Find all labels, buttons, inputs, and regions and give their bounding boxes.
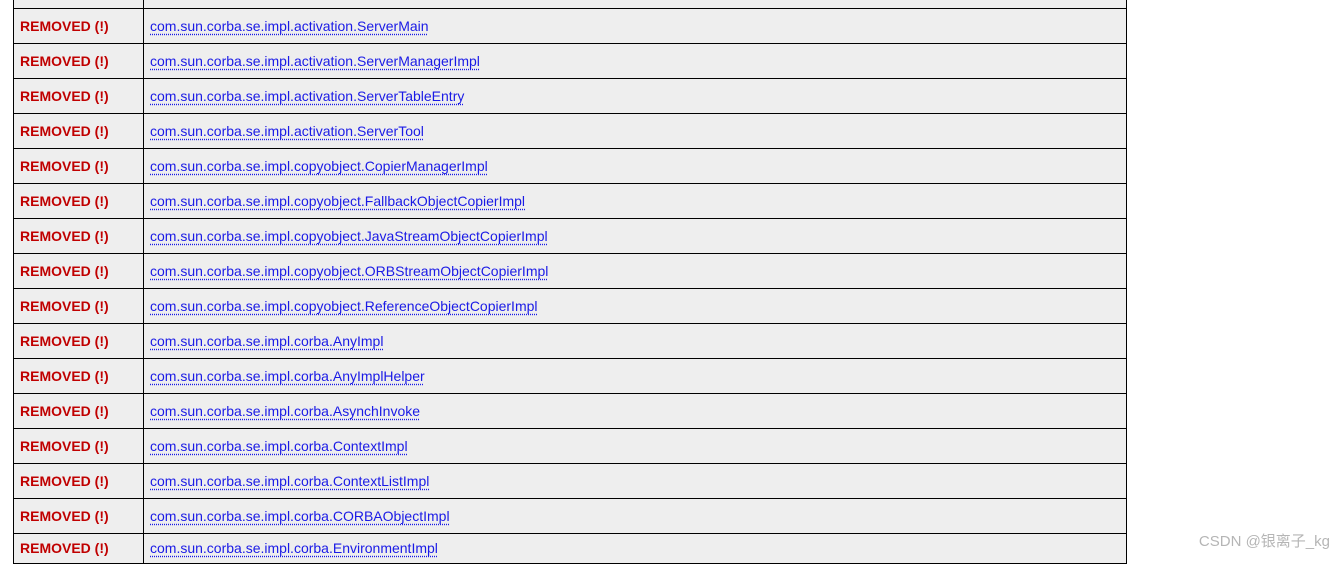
table-row: REMOVED (!) com.sun.corba.se.impl.activa… [14,8,1127,43]
class-link[interactable]: com.sun.corba.se.impl.corba.ContextListI… [150,473,429,489]
status-badge: REMOVED (!) [20,18,109,34]
table-row: REMOVED (!) com.sun.corba.se.impl.copyob… [14,183,1127,218]
class-link[interactable]: com.sun.corba.se.impl.copyobject.JavaStr… [150,228,548,244]
table-row: REMOVED (!) com.sun.corba.se.impl.copyob… [14,218,1127,253]
status-badge: REMOVED (!) [20,158,109,174]
class-link[interactable]: com.sun.corba.se.impl.corba.AnyImplHelpe… [150,368,425,384]
status-badge: REMOVED (!) [20,53,109,69]
class-link[interactable]: com.sun.corba.se.impl.corba.AsynchInvoke [150,403,420,419]
table-row: REMOVED (!) com.sun.corba.se.impl.activa… [14,43,1127,78]
status-badge: REMOVED (!) [20,123,109,139]
table-row [14,0,1127,8]
table-row: REMOVED (!) com.sun.corba.se.impl.corba.… [14,323,1127,358]
table-row: REMOVED (!) com.sun.corba.se.impl.corba.… [14,533,1127,563]
class-link[interactable]: com.sun.corba.se.impl.activation.ServerM… [150,53,480,69]
class-link[interactable]: com.sun.corba.se.impl.copyobject.ORBStre… [150,263,548,279]
class-link[interactable]: com.sun.corba.se.impl.corba.CORBAObjectI… [150,508,450,524]
table-row: REMOVED (!) com.sun.corba.se.impl.copyob… [14,148,1127,183]
table-row: REMOVED (!) com.sun.corba.se.impl.corba.… [14,428,1127,463]
status-badge: REMOVED (!) [20,88,109,104]
status-badge: REMOVED (!) [20,333,109,349]
class-link[interactable]: com.sun.corba.se.impl.activation.ServerT… [150,88,464,104]
table-row: REMOVED (!) com.sun.corba.se.impl.corba.… [14,463,1127,498]
class-link[interactable]: com.sun.corba.se.impl.copyobject.Fallbac… [150,193,525,209]
status-badge: REMOVED (!) [20,438,109,454]
table-row: REMOVED (!) com.sun.corba.se.impl.corba.… [14,358,1127,393]
table-row: REMOVED (!) com.sun.corba.se.impl.corba.… [14,393,1127,428]
table-row: REMOVED (!) com.sun.corba.se.impl.copyob… [14,288,1127,323]
status-badge: REMOVED (!) [20,298,109,314]
status-badge: REMOVED (!) [20,263,109,279]
table-row: REMOVED (!) com.sun.corba.se.impl.corba.… [14,498,1127,533]
status-badge: REMOVED (!) [20,540,109,556]
table-row: REMOVED (!) com.sun.corba.se.impl.activa… [14,113,1127,148]
class-link[interactable]: com.sun.corba.se.impl.copyobject.Referen… [150,298,538,314]
status-badge: REMOVED (!) [20,368,109,384]
class-link[interactable]: com.sun.corba.se.impl.corba.ContextImpl [150,438,408,454]
class-link[interactable]: com.sun.corba.se.impl.activation.ServerM… [150,18,429,34]
status-badge: REMOVED (!) [20,403,109,419]
status-badge: REMOVED (!) [20,193,109,209]
class-link[interactable]: com.sun.corba.se.impl.corba.EnvironmentI… [150,540,438,556]
status-badge: REMOVED (!) [20,473,109,489]
class-link[interactable]: com.sun.corba.se.impl.corba.AnyImpl [150,333,383,349]
status-badge: REMOVED (!) [20,508,109,524]
status-badge: REMOVED (!) [20,228,109,244]
table-row: REMOVED (!) com.sun.corba.se.impl.copyob… [14,253,1127,288]
table-row: REMOVED (!) com.sun.corba.se.impl.activa… [14,78,1127,113]
class-link[interactable]: com.sun.corba.se.impl.activation.ServerT… [150,123,424,139]
class-diff-table: REMOVED (!) com.sun.corba.se.impl.activa… [13,0,1127,564]
class-link[interactable]: com.sun.corba.se.impl.copyobject.CopierM… [150,158,488,174]
